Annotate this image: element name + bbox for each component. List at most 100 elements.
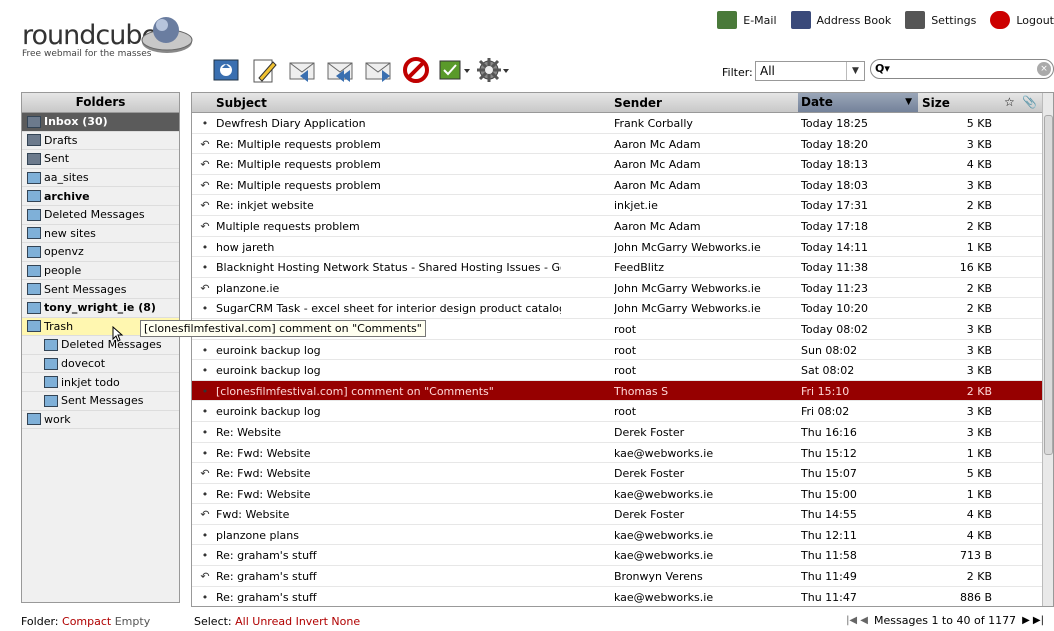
folder-item[interactable]: Drafts: [22, 132, 179, 151]
search-icon[interactable]: Q▾: [875, 62, 890, 75]
folder-item[interactable]: Sent Messages: [22, 392, 179, 411]
folder-label: Drafts: [44, 133, 78, 147]
scrollbar-thumb[interactable]: [1044, 115, 1053, 455]
folder-icon: [27, 190, 41, 203]
next-page-icon[interactable]: ▶ ▶|: [1022, 615, 1044, 626]
folder-item[interactable]: Sent: [22, 150, 179, 169]
check-mail-button[interactable]: [208, 54, 244, 86]
message-row[interactable]: ↶ Re: Multiple requests problem Aaron Mc A…: [192, 154, 1053, 175]
folder-item[interactable]: Inbox (30): [22, 113, 179, 132]
message-row[interactable]: ↶ Re: graham's stuff Bronwyn Verens Thu 11:…: [192, 566, 1053, 587]
message-subject: Re: inkjet website: [216, 199, 314, 213]
select-invert-link[interactable]: Invert: [296, 615, 328, 628]
message-size: 1 KB: [966, 240, 992, 254]
message-row[interactable]: • Blacknight Hosting Network Status - Sha…: [192, 257, 1053, 278]
message-row[interactable]: ↶ Re: inkjet website inkjet.ie Today 17:31 2…: [192, 195, 1053, 216]
nav-settings[interactable]: Settings: [905, 8, 976, 32]
select-none-link[interactable]: None: [331, 615, 360, 628]
chevron-down-icon: ▼: [846, 62, 864, 80]
message-row[interactable]: • Re: graham's stuff kae@webworks.ie Thu 11…: [192, 545, 1053, 567]
sort-desc-icon: ▼: [905, 97, 912, 107]
message-row[interactable]: ↶ Fwd: Website Derek Foster Thu 14:55 4 KB: [192, 504, 1053, 525]
message-row[interactable]: • planzone plans kae@webworks.ie Thu 12:11 4…: [192, 525, 1053, 546]
empty-link[interactable]: Empty: [115, 615, 150, 628]
folder-item[interactable]: dovecot: [22, 355, 179, 374]
filter-select[interactable]: All ▼: [755, 61, 865, 81]
folder-item[interactable]: tony_wright_ie (8): [22, 299, 179, 318]
delete-button[interactable]: [398, 54, 434, 86]
reply-button[interactable]: [284, 54, 320, 86]
message-row[interactable]: • Re: Website Derek Foster Thu 16:16 3 KB: [192, 422, 1053, 443]
column-subject[interactable]: Subject: [216, 96, 267, 110]
clear-search-icon[interactable]: ×: [1037, 62, 1051, 76]
compose-button[interactable]: [246, 54, 282, 86]
message-sender: root: [614, 405, 637, 419]
folder-item[interactable]: new sites: [22, 225, 179, 244]
nav-email[interactable]: E-Mail: [717, 8, 777, 32]
more-button[interactable]: [474, 54, 510, 86]
message-row[interactable]: • [clonesfilmfestival.com] comment on "Co…: [192, 380, 1053, 402]
message-row[interactable]: • Re: Fwd: Website kae@webworks.ie Thu 15:1…: [192, 443, 1053, 464]
mark-button[interactable]: [436, 54, 472, 86]
message-row[interactable]: • how jareth John McGarry Webworks.ie Today…: [192, 237, 1053, 258]
search-input[interactable]: Q▾ ×: [870, 59, 1054, 79]
message-row[interactable]: • euroink backup log root Sat 08:02 3 KB: [192, 360, 1053, 381]
folder-item[interactable]: openvz: [22, 243, 179, 262]
message-row[interactable]: • SugarCRM Task - excel sheet for interio…: [192, 298, 1053, 319]
message-subject: [clonesfilmfestival.com] comment on "Com…: [216, 384, 494, 398]
folder-item[interactable]: Deleted Messages: [22, 206, 179, 225]
message-row[interactable]: • Re: graham's stuff kae@webworks.ie Thu 11…: [192, 587, 1053, 606]
folder-item[interactable]: archive: [22, 187, 179, 206]
nav-address-book[interactable]: Address Book: [790, 8, 891, 32]
logo[interactable]: roundcube Free webmail for the masses: [22, 22, 158, 59]
select-unread-link[interactable]: Unread: [252, 615, 292, 628]
reply-all-icon: [327, 62, 353, 82]
message-count: Messages 1 to 40 of 1177: [874, 614, 1017, 627]
logo-ball-icon: [141, 17, 193, 53]
message-row[interactable]: ↶ Re: Multiple requests problem Aaron Mc A…: [192, 134, 1053, 155]
email-icon: [717, 11, 738, 29]
folder-icon: [27, 245, 41, 258]
message-list-scrollbar[interactable]: [1042, 93, 1053, 606]
message-size: 2 KB: [966, 219, 992, 233]
reply-all-button[interactable]: [322, 54, 358, 86]
message-row[interactable]: ↶ planzone.ie John McGarry Webworks.ie Toda…: [192, 278, 1053, 299]
message-row[interactable]: • Dewfresh Diary Application Frank Corball…: [192, 113, 1053, 134]
message-sender: Aaron Mc Adam: [614, 158, 701, 172]
column-date[interactable]: Date ▼: [798, 93, 918, 112]
read-status-icon: •: [201, 343, 209, 357]
folder-icon: [27, 283, 41, 296]
attachment-column-icon[interactable]: 📎: [1022, 95, 1037, 109]
message-sender: Derek Foster: [614, 467, 685, 481]
folder-item[interactable]: work: [22, 411, 179, 430]
message-rows: • Dewfresh Diary Application Frank Corball…: [192, 113, 1053, 606]
nav-logout[interactable]: Logout: [990, 8, 1054, 32]
message-sender: Derek Foster: [614, 508, 685, 522]
message-subject: Re: graham's stuff: [216, 590, 317, 604]
read-status-icon: •: [201, 302, 209, 316]
message-size: 5 KB: [966, 117, 992, 130]
message-row[interactable]: • Re: Fwd: Website kae@webworks.ie Thu 15:0…: [192, 484, 1053, 505]
folder-item[interactable]: Deleted Messages: [22, 336, 179, 355]
message-sender: Aaron Mc Adam: [614, 178, 701, 192]
message-row[interactable]: ↶ Multiple requests problem Aaron Mc Adam T…: [192, 216, 1053, 237]
folder-item[interactable]: aa_sites: [22, 169, 179, 188]
forward-button[interactable]: [360, 54, 396, 86]
folder-item[interactable]: Sent Messages: [22, 280, 179, 299]
select-all-link[interactable]: All: [235, 615, 249, 628]
flag-column-icon[interactable]: ☆: [1004, 95, 1015, 109]
message-row[interactable]: ↶ Re: Fwd: Website Derek Foster Thu 15:07 5 …: [192, 463, 1053, 484]
message-row[interactable]: • euroink backup log root Sun 08:02 3 KB: [192, 340, 1053, 361]
column-sender[interactable]: Sender: [614, 96, 662, 110]
column-size[interactable]: Size: [922, 96, 950, 110]
message-row[interactable]: ↶ Re: Multiple requests problem Aaron Mc A…: [192, 175, 1053, 196]
column-date-label: Date: [801, 95, 833, 109]
read-status-icon: •: [201, 261, 209, 275]
compose-icon: [253, 59, 277, 83]
folder-label: people: [44, 264, 82, 278]
compact-link[interactable]: Compact: [62, 615, 111, 628]
folder-item[interactable]: inkjet todo: [22, 373, 179, 392]
first-page-icon[interactable]: |◀ ◀: [846, 615, 868, 626]
message-row[interactable]: • euroink backup log root Fri 08:02 3 KB: [192, 401, 1053, 422]
folder-item[interactable]: people: [22, 262, 179, 281]
